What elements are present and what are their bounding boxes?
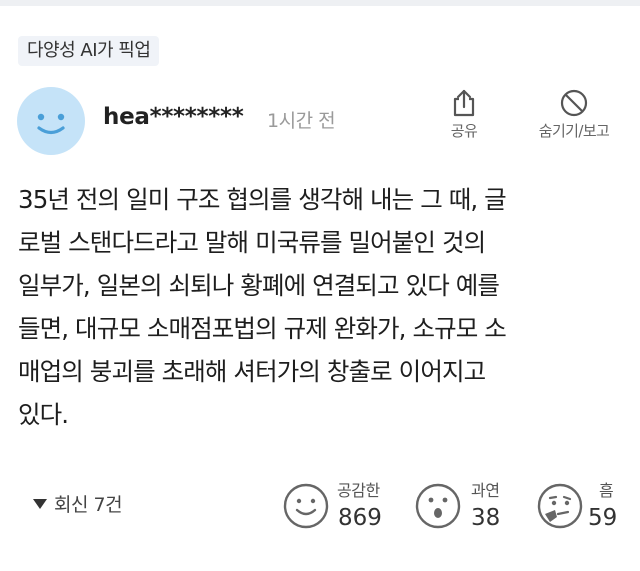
comment-line: 35년 전의 일미 구조 협의를 생각해 내는 그 때, 글 bbox=[18, 185, 507, 214]
hide-report-button[interactable]: 숨기기/보고 bbox=[516, 88, 632, 141]
caret-down-icon bbox=[33, 498, 47, 509]
post-time: 1시간 전 bbox=[267, 110, 336, 132]
reaction-label: 공감한 bbox=[337, 481, 380, 500]
top-divider bbox=[0, 0, 640, 6]
share-label: 공유 bbox=[450, 122, 478, 140]
comment-line: 있다. bbox=[18, 400, 69, 429]
comment-line: 일부가, 일본의 쇠퇴나 황폐에 연결되고 있다 예를 bbox=[18, 271, 500, 300]
avatar[interactable] bbox=[17, 87, 85, 155]
reaction-count: 59 bbox=[588, 505, 618, 531]
reaction-empathy-button[interactable]: 공감한 869 bbox=[283, 477, 393, 537]
reaction-label: 과연 bbox=[471, 481, 500, 500]
reaction-count: 869 bbox=[338, 505, 382, 531]
share-button[interactable]: 공유 bbox=[438, 88, 490, 141]
author-name[interactable]: hea******** bbox=[103, 104, 244, 130]
pickup-tag: 다양성 AI가 픽업 bbox=[18, 36, 160, 66]
reaction-label: 흠 bbox=[599, 481, 614, 500]
hide-report-label: 숨기기/보고 bbox=[538, 122, 610, 140]
replies-label: 회신 7건 bbox=[54, 494, 123, 516]
block-icon bbox=[560, 89, 588, 117]
comment-line: 들면, 대규모 소매점포법의 규제 완화가, 소규모 소 bbox=[18, 314, 507, 343]
reaction-hmm-button[interactable]: 흠 59 bbox=[537, 477, 627, 537]
thinking-face-icon bbox=[537, 483, 583, 529]
reaction-indeed-button[interactable]: 과연 38 bbox=[415, 477, 500, 537]
replies-toggle[interactable]: 회신 7건 bbox=[33, 490, 123, 517]
comment-line: 로벌 스탠다드라고 말해 미국류를 밀어붙인 것의 bbox=[18, 228, 486, 257]
surprised-face-icon bbox=[415, 483, 461, 529]
share-icon bbox=[453, 89, 475, 117]
smile-face-icon bbox=[283, 483, 329, 529]
comment-line: 매업의 붕괴를 초래해 셔터가의 창출로 이어지고 bbox=[18, 357, 486, 386]
smiley-avatar-icon bbox=[37, 113, 65, 135]
reaction-count: 38 bbox=[471, 505, 501, 531]
comment-body: 35년 전의 일미 구조 협의를 생각해 내는 그 때, 글 로벌 스탠다드라고… bbox=[18, 178, 630, 436]
